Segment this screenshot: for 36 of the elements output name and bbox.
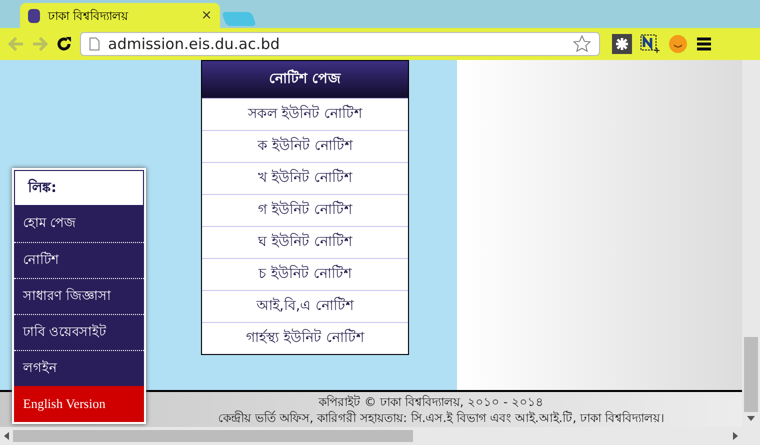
sidebar-link[interactable]: English Version — [14, 386, 144, 422]
close-icon[interactable]: × — [201, 6, 212, 26]
smiley-icon[interactable] — [668, 34, 688, 54]
notice-link[interactable]: চ ইউনিট নোটিশ — [202, 258, 408, 290]
scrollbar-thumb[interactable] — [744, 337, 758, 412]
tab-title: ঢাকা বিশ্ববিদ্যালয় — [48, 8, 130, 24]
notice-link[interactable]: ঘ ইউনিট নোটিশ — [202, 226, 408, 258]
links-title: লিঙ্ক: — [14, 170, 144, 206]
notice-link[interactable]: খ ইউনিট নোটিশ — [202, 162, 408, 194]
reload-icon[interactable] — [56, 36, 72, 52]
address-bar[interactable]: admission.eis.du.ac.bd — [80, 32, 600, 56]
sidebar-link[interactable]: সাধারণ জিজ্ঞাসা — [14, 278, 144, 314]
note-extension-icon[interactable] — [640, 34, 660, 54]
sidebar-link[interactable]: নোটিশ — [14, 242, 144, 278]
notice-link[interactable]: ক ইউনিট নোটিশ — [202, 130, 408, 162]
scroll-down-icon[interactable] — [747, 416, 755, 421]
sidebar-link[interactable]: লগইন — [14, 350, 144, 386]
notice-link[interactable]: আই,বি,এ নোটিশ — [202, 290, 408, 322]
copyright-text: কপিরাইট © ঢাকা বিশ্ববিদ্যালয়, ২০১০ - ২০১৪ — [317, 394, 544, 410]
sidebar-link[interactable]: ঢাবি ওয়েবসাইট — [14, 314, 144, 350]
star-icon[interactable] — [573, 35, 591, 53]
scrollbar-thumb[interactable] — [13, 430, 413, 442]
notice-panel-header: নোটিশ পেজ — [202, 61, 408, 98]
url-text: admission.eis.du.ac.bd — [108, 34, 281, 55]
notice-link[interactable]: সকল ইউনিট নোটিশ — [202, 98, 408, 130]
notice-link[interactable]: গ ইউনিট নোটিশ — [202, 194, 408, 226]
sidebar-link[interactable]: হোম পেজ — [14, 206, 144, 242]
menu-icon[interactable] — [696, 37, 712, 51]
asterisk-extension-icon[interactable] — [612, 34, 632, 54]
university-logo-icon — [28, 8, 40, 22]
page-icon — [89, 37, 100, 51]
vertical-scrollbar[interactable] — [742, 60, 760, 445]
browser-tab[interactable]: ঢাকা বিশ্ববিদ্যালয় × — [20, 3, 220, 28]
notice-link[interactable]: গার্হস্থ্য ইউনিট নোটিশ — [202, 322, 408, 354]
horizontal-scrollbar[interactable] — [0, 427, 742, 445]
credits-text: কেন্দ্রীয় ভর্তি অফিস, কারিগরী সহায়তায়: সি.এস.ই বিভাগ এবং আই.আই.টি, ঢাকা বিশ্ববিদ্যালয়। — [216, 410, 664, 426]
